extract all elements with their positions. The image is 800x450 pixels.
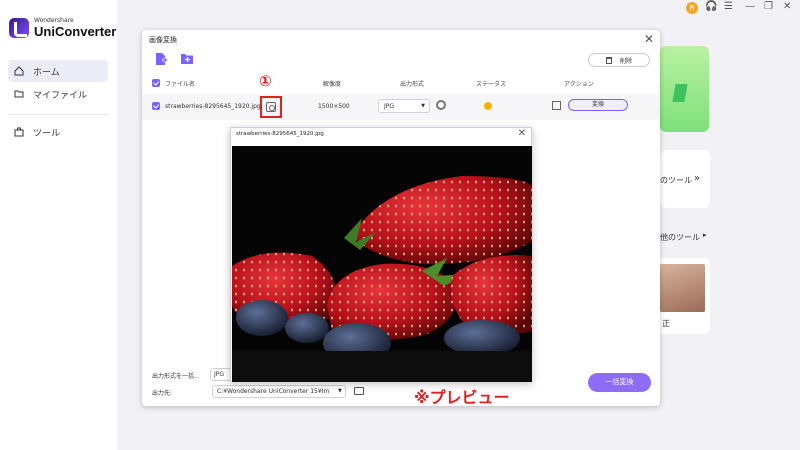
row-filename: strawberries-8295645_1920.jpg [165, 103, 261, 110]
column-header-action: アクション [564, 80, 594, 88]
strawberry-image [232, 146, 532, 382]
sidebar-item-label: マイファイル [33, 90, 88, 101]
feature-banner[interactable] [660, 46, 709, 132]
delete-button[interactable]: 削除 [588, 53, 650, 67]
row-resolution: 1500×500 [318, 103, 350, 110]
menu-icon[interactable]: ☰ [724, 1, 733, 12]
select-all-checkbox[interactable] [152, 77, 160, 89]
chevron-down-icon: ▼ [421, 103, 425, 109]
app-logo: Wondershare UniConverter [9, 18, 116, 38]
uniconverter-logo-icon [9, 18, 29, 38]
preview-title: strawberries-8295645_1920.jpg [236, 131, 324, 137]
column-header-output-format: 出力形式 [400, 80, 425, 88]
output-path-select[interactable]: C:¥Wondershare UniConverter 15¥Im [212, 385, 346, 398]
tools-card-text: のツール [660, 176, 692, 185]
strawberry-photo [232, 146, 532, 382]
close-icon[interactable]: ✕ [644, 32, 654, 46]
preview-window: strawberries-8295645_1920.jpg ✕ [230, 127, 532, 382]
chevron-right-icon: ▸ [703, 231, 707, 239]
output-destination-label: 出力先: [152, 390, 173, 397]
sidebar: Wondershare UniConverter ホーム マイファイル ツール [0, 0, 117, 450]
chevron-down-icon[interactable]: ▼ [338, 388, 342, 394]
format-all-select[interactable]: JPG [210, 368, 232, 381]
status-pending-icon [484, 102, 492, 110]
column-header-filename: ファイル名 [165, 80, 196, 88]
annotation-marker: ① [259, 72, 272, 90]
photo-caption: 正 [662, 319, 670, 328]
delete-button-label: 削除 [619, 57, 632, 65]
checkbox-checked[interactable] [152, 79, 160, 87]
add-folder-icon[interactable] [180, 52, 194, 66]
format-value: JPG [384, 102, 395, 110]
restore-icon[interactable]: ❐ [764, 1, 773, 12]
divider [8, 114, 108, 115]
headset-icon[interactable]: 🎧 [705, 1, 717, 12]
batch-convert-button[interactable]: 一括変換 [588, 373, 651, 392]
toolbox-icon [14, 127, 24, 137]
sidebar-item-myfiles[interactable]: マイファイル [8, 83, 108, 105]
chevron-right-icon: » [694, 173, 701, 184]
output-format-select[interactable]: JPG ▼ [378, 99, 430, 113]
sidebar-item-label: ホーム [33, 67, 60, 78]
app-name: UniConverter [34, 24, 117, 39]
settings-gear-icon[interactable] [436, 100, 446, 110]
open-folder-icon[interactable] [354, 387, 364, 395]
row-checkbox[interactable] [152, 102, 160, 110]
sidebar-item-tools[interactable]: ツール [8, 121, 108, 143]
minimize-icon[interactable]: — [745, 1, 755, 12]
sidebar-item-home[interactable]: ホーム [8, 60, 108, 82]
folder-icon [14, 90, 24, 98]
add-file-icon[interactable] [154, 52, 168, 66]
dialog-title: 画像変換 [149, 36, 177, 44]
user-avatar[interactable]: R [686, 2, 698, 14]
edit-icon[interactable] [552, 101, 561, 110]
other-tools-link[interactable]: 他のツール [660, 232, 700, 243]
convert-button[interactable]: 変換 [568, 99, 628, 111]
music-note-icon [672, 84, 688, 102]
column-header-resolution: 解像度 [323, 80, 342, 88]
preview-button-highlight[interactable] [260, 96, 282, 118]
window-close-icon[interactable]: ✕ [783, 1, 791, 12]
preview-annotation: ※プレビュー [414, 388, 510, 407]
preview-icon[interactable] [266, 102, 276, 112]
column-header-status: ステータス [476, 80, 507, 88]
format-all-label: 出力形式を一括... [152, 373, 200, 380]
sidebar-item-label: ツール [33, 128, 61, 139]
home-icon [14, 66, 24, 76]
sample-photo [660, 264, 705, 312]
table-row[interactable]: strawberries-8295645_1920.jpg 1500×500 J… [142, 94, 660, 120]
trash-icon [605, 56, 612, 64]
close-icon[interactable]: ✕ [518, 128, 526, 139]
